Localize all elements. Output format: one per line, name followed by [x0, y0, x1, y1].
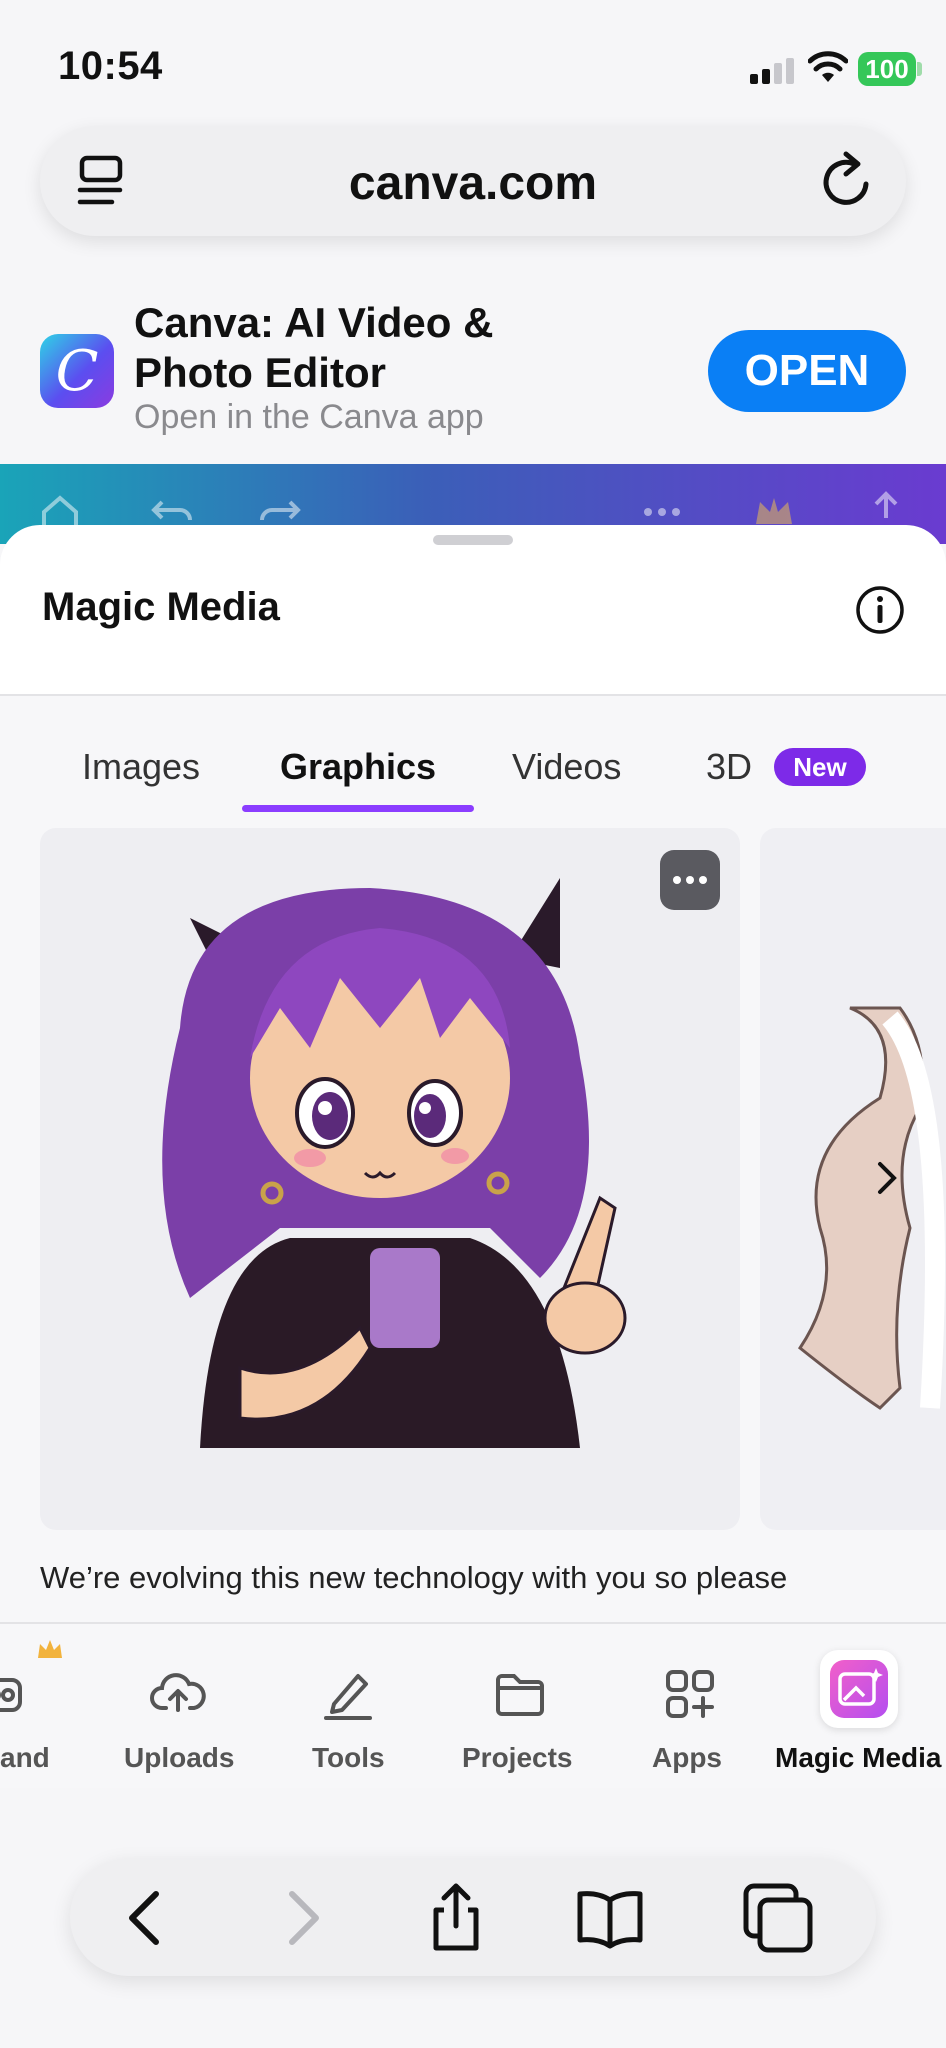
folder-icon [496, 1674, 544, 1716]
magic-media-icon-fill [830, 1660, 888, 1718]
apps-icon [666, 1670, 714, 1718]
app-banner-title: Canva: AI Video & Photo Editor [134, 299, 494, 396]
brand-icon [0, 1678, 22, 1712]
generated-graphic-image [162, 878, 627, 1448]
nav-label-projects: Projects [462, 1742, 573, 1773]
battery-indicator: 100 [858, 52, 916, 86]
bookmarks-icon[interactable] [574, 1882, 646, 1954]
share-icon[interactable] [420, 1882, 492, 1954]
sheet-title: Magic Media [42, 585, 280, 629]
status-bar: 10:54 100 [0, 0, 946, 110]
wifi-icon [808, 51, 848, 82]
magic-wand-icon [838, 1668, 883, 1706]
smart-app-banner: C Canva: AI Video & Photo Editor Open in… [0, 280, 946, 464]
nav-item-tools[interactable]: Tools [296, 1624, 400, 1790]
nav-label-tools: Tools [312, 1742, 385, 1773]
cloud-upload-icon [150, 1673, 206, 1712]
magic-media-icon [820, 1650, 898, 1728]
next-graphic-card[interactable] [760, 828, 946, 1530]
carousel-next-icon[interactable] [872, 1158, 902, 1198]
status-time: 10:54 [58, 44, 163, 88]
nav-item-apps[interactable]: Apps [640, 1624, 740, 1790]
card-more-button[interactable] [660, 850, 720, 910]
editor-bottom-nav: and Uploads Tools Projects Apps Magic Me… [0, 1622, 946, 1788]
info-icon[interactable] [855, 585, 905, 635]
browser-toolbar [70, 1858, 876, 1976]
pen-tool-icon [324, 1674, 372, 1720]
tabs-icon[interactable] [742, 1882, 814, 1954]
nav-item-magic-media[interactable]: Magic Media [770, 1624, 946, 1790]
sheet-drag-handle[interactable] [433, 535, 513, 545]
nav-label-apps: Apps [652, 1742, 722, 1773]
selected-tab-indicator [242, 805, 474, 812]
nav-item-projects[interactable]: Projects [452, 1624, 582, 1790]
tab-images[interactable]: Images [82, 746, 200, 788]
nav-label-magic-media: Magic Media [775, 1742, 942, 1773]
cellular-signal-icon [750, 58, 794, 84]
more-horizontal-icon [673, 876, 707, 884]
nav-item-brand[interactable]: and [0, 1624, 70, 1790]
magic-media-sheet: Magic Media Images Graphics Videos 3D Ne… [0, 525, 946, 1622]
media-type-tabs: Images Graphics Videos 3D New [0, 696, 946, 816]
new-badge: New [774, 748, 866, 786]
forward-icon[interactable] [266, 1882, 338, 1954]
nav-label-uploads: Uploads [124, 1742, 235, 1773]
canva-app-logo: C [40, 334, 114, 408]
results-area: We’re evolving this new technology with … [0, 816, 946, 1622]
nav-item-uploads[interactable]: Uploads [108, 1624, 248, 1790]
tab-videos[interactable]: Videos [512, 746, 621, 788]
crown-icon [38, 1640, 62, 1658]
tab-graphics[interactable]: Graphics [280, 746, 436, 788]
reload-icon[interactable] [818, 150, 876, 210]
back-icon[interactable] [110, 1882, 182, 1954]
next-graphic-image [797, 1006, 945, 1410]
url-text[interactable]: canva.com [40, 156, 906, 211]
address-bar[interactable]: canva.com [40, 126, 906, 236]
disclaimer-text: We’re evolving this new technology with … [40, 1560, 788, 1595]
tab-3d[interactable]: 3D [706, 746, 752, 788]
nav-label-brand: and [0, 1742, 50, 1773]
battery-tip [917, 62, 922, 76]
app-banner-subtitle: Open in the Canva app [134, 398, 484, 436]
generated-graphic-card[interactable] [40, 828, 740, 1530]
open-in-app-button[interactable]: OPEN [708, 330, 906, 412]
